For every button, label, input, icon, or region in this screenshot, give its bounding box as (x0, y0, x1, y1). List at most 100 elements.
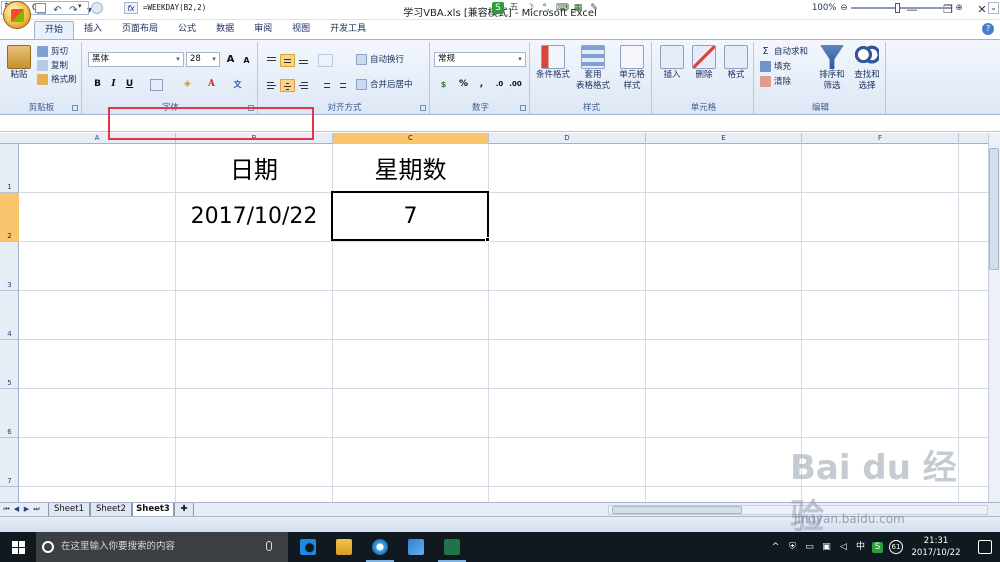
align-right-icon[interactable] (296, 79, 311, 92)
increase-decimal-icon[interactable]: .0 (492, 77, 507, 92)
clear-button[interactable]: 清除 (760, 76, 791, 88)
sheet-tab-sheet2[interactable]: Sheet2 (90, 503, 132, 517)
ime-indicator-icon[interactable]: 中 (855, 542, 866, 553)
align-left-icon[interactable] (264, 79, 279, 92)
grow-font-button[interactable]: A (223, 52, 238, 67)
percent-button[interactable]: % (456, 77, 471, 92)
bold-button[interactable]: B (90, 77, 105, 92)
merge-center-button[interactable]: 合并后居中 (356, 79, 413, 91)
row-header-1[interactable]: 1 (0, 144, 19, 193)
row-header-8-partial[interactable] (0, 487, 19, 502)
clipboard-launcher-icon[interactable] (72, 105, 78, 111)
taskbar-mail[interactable] (398, 532, 434, 562)
insert-function-button[interactable]: fx (124, 2, 138, 14)
punctuation-icon[interactable]: °, (540, 2, 552, 14)
phonetic-icon[interactable]: 文 (230, 77, 245, 92)
taskbar-browser[interactable] (362, 532, 398, 562)
prev-sheet-icon[interactable]: ◀ (12, 504, 21, 515)
shrink-font-button[interactable]: A (239, 53, 254, 68)
decrease-indent-icon[interactable] (318, 79, 333, 92)
office-button[interactable] (3, 1, 31, 29)
column-header-e[interactable]: E (646, 133, 802, 144)
row-header-6[interactable]: 6 (0, 389, 19, 438)
last-sheet-icon[interactable]: ⏭ (32, 504, 41, 515)
row-header-4[interactable]: 4 (0, 291, 19, 340)
volume-icon[interactable]: ◁ (838, 542, 849, 553)
font-name-select[interactable]: 黑体 ▾ (88, 52, 184, 67)
format-painter-button[interactable]: 格式刷 (37, 74, 77, 86)
tab-data[interactable]: 数据 (206, 21, 244, 39)
borders-icon[interactable] (150, 79, 163, 91)
cell-c1[interactable]: 星期数 (333, 148, 488, 192)
sort-filter-button[interactable]: 排序和 筛选 (816, 45, 848, 92)
tab-insert[interactable]: 插入 (74, 21, 112, 39)
cut-button[interactable]: 剪切 (37, 46, 68, 58)
align-middle-icon[interactable] (280, 54, 295, 67)
tab-formulas[interactable]: 公式 (168, 21, 206, 39)
action-center-icon[interactable] (978, 540, 992, 554)
fill-handle[interactable] (485, 237, 490, 242)
alignment-launcher-icon[interactable] (420, 105, 426, 111)
comma-button[interactable]: , (474, 77, 489, 92)
cell-b1[interactable]: 日期 (176, 148, 332, 192)
align-bottom-icon[interactable] (296, 54, 311, 67)
decrease-decimal-icon[interactable]: .00 (508, 77, 523, 92)
keyboard-icon[interactable]: ⌨ (556, 2, 569, 14)
taskbar-search-box[interactable]: 在这里输入你要搜索的内容 (36, 532, 288, 562)
microphone-icon[interactable] (266, 541, 272, 551)
tab-page-layout[interactable]: 页面布局 (112, 21, 168, 39)
tab-developer[interactable]: 开发工具 (320, 21, 376, 39)
format-cells-button[interactable]: 格式 (722, 45, 750, 81)
font-size-select[interactable]: 28 ▾ (186, 52, 220, 67)
number-launcher-icon[interactable] (520, 105, 526, 111)
notification-count-badge[interactable]: 61 (889, 540, 903, 554)
conditional-formatting-button[interactable]: 条件格式 (534, 45, 572, 81)
format-as-table-button[interactable]: 套用 表格格式 (574, 45, 612, 92)
help-icon[interactable]: ? (982, 23, 994, 35)
column-header-f[interactable]: F (802, 133, 959, 144)
sogou-tray-icon[interactable]: S (872, 541, 883, 553)
wubi-mode-icon[interactable]: 五 (508, 2, 520, 14)
currency-icon[interactable]: $ (436, 77, 451, 92)
zoom-in-icon[interactable]: ⊕ (955, 3, 962, 13)
tab-review[interactable]: 审阅 (244, 21, 282, 39)
formula-cancel-icon[interactable] (91, 2, 103, 14)
network-icon[interactable]: ▣ (821, 542, 832, 553)
name-box-dropdown-icon[interactable]: ▾ (78, 2, 82, 10)
expand-formula-bar-icon[interactable]: ⌄ (988, 2, 999, 14)
align-top-icon[interactable] (264, 54, 279, 67)
vertical-scroll-thumb[interactable] (989, 148, 999, 270)
security-shield-icon[interactable]: ⛨ (787, 542, 798, 553)
font-color-icon[interactable]: A (204, 77, 219, 92)
horizontal-scroll-thumb[interactable] (612, 506, 742, 514)
row-header-7[interactable]: 7 (0, 438, 19, 487)
zoom-out-icon[interactable]: ⊖ (840, 3, 847, 13)
column-header-g-partial[interactable] (959, 133, 988, 144)
start-button[interactable] (0, 532, 36, 562)
increase-indent-icon[interactable] (334, 79, 349, 92)
show-hidden-icons-icon[interactable]: ^ (770, 542, 781, 553)
insert-sheet-icon[interactable]: ✚ (174, 503, 194, 517)
next-sheet-icon[interactable]: ▶ (22, 504, 31, 515)
cell-styles-button[interactable]: 单元格 样式 (614, 45, 650, 92)
wrap-text-button[interactable]: 自动换行 (356, 54, 404, 66)
halfwidth-icon[interactable]: ☽ (524, 2, 536, 14)
zoom-value[interactable]: 100% (812, 3, 836, 13)
sheet-tab-sheet3[interactable]: Sheet3 (132, 503, 174, 517)
autosum-button[interactable]: Σ 自动求和 (760, 46, 808, 58)
first-sheet-icon[interactable]: ⏮ (2, 504, 11, 515)
insert-cells-button[interactable]: 插入 (658, 45, 686, 81)
tab-home[interactable]: 开始 (34, 21, 75, 39)
align-center-icon[interactable] (280, 79, 295, 92)
sogou-ime-icon[interactable]: S (492, 2, 504, 14)
italic-button[interactable]: I (106, 77, 121, 92)
fill-button[interactable]: 填充 (760, 61, 791, 73)
sheet-tab-sheet1[interactable]: Sheet1 (48, 503, 90, 517)
paste-button[interactable]: 粘贴 (6, 45, 32, 81)
macro-record-icon[interactable] (35, 3, 46, 13)
zoom-slider-knob[interactable] (895, 3, 901, 13)
row-header-2[interactable]: 2 (0, 193, 19, 242)
delete-cells-button[interactable]: 删除 (690, 45, 718, 81)
copy-button[interactable]: 复制 (37, 60, 68, 72)
taskbar-edge[interactable] (290, 532, 326, 562)
